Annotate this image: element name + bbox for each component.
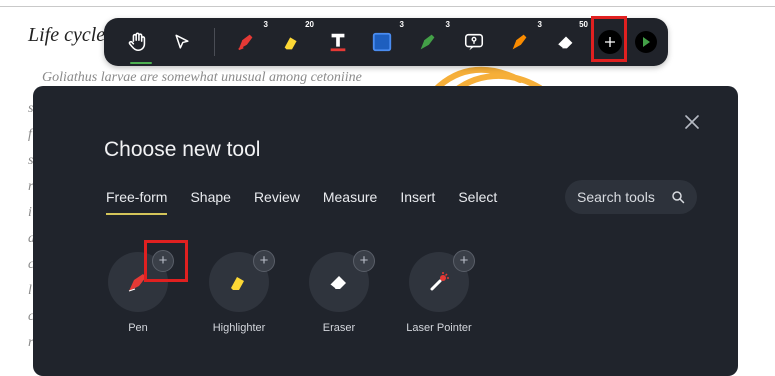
- yellow-highlighter-icon: [284, 37, 297, 50]
- comment-icon: [464, 33, 484, 51]
- hand-icon: [128, 32, 146, 52]
- annotation-toolbar: 3 20 3 3 3 50: [104, 18, 668, 66]
- yellow-highlighter-icon: [231, 277, 244, 290]
- tab-measure[interactable]: Measure: [323, 189, 377, 215]
- tab-review[interactable]: Review: [254, 189, 300, 215]
- eraser-icon: [329, 276, 346, 290]
- tab-shape[interactable]: Shape: [190, 189, 230, 215]
- text-tool-button[interactable]: [322, 26, 354, 58]
- laser-pointer-icon: [430, 272, 449, 291]
- eraser-icon: [557, 36, 573, 49]
- document-paragraph: Goliathus larvae are somewhat unusual am…: [42, 70, 362, 85]
- tab-insert[interactable]: Insert: [400, 189, 435, 215]
- hand-tool-button[interactable]: [122, 26, 154, 58]
- add-highlighter-button[interactable]: +: [253, 250, 275, 272]
- red-pen-button[interactable]: 3: [230, 20, 268, 58]
- select-tool-button[interactable]: [166, 26, 198, 58]
- green-pen-button[interactable]: 3: [412, 20, 450, 58]
- text-tool-icon: [330, 33, 346, 52]
- add-eraser-button[interactable]: +: [353, 250, 375, 272]
- close-icon[interactable]: [682, 112, 702, 132]
- tool-count: 3: [399, 20, 404, 29]
- tool-label: Laser Pointer: [406, 322, 472, 334]
- dialog-title: Choose new tool: [104, 138, 261, 161]
- blue-shape-button[interactable]: 3: [366, 20, 404, 58]
- tool-category-tabs: Free-form Shape Review Measure Insert Se…: [106, 189, 520, 215]
- eraser-button[interactable]: 50: [550, 20, 588, 58]
- tool-count: 20: [305, 20, 314, 29]
- tab-select[interactable]: Select: [458, 189, 497, 215]
- tab-free-form[interactable]: Free-form: [106, 189, 168, 215]
- add-laser-pointer-button[interactable]: +: [453, 250, 475, 272]
- green-pen-icon: [420, 34, 435, 50]
- yellow-highlighter-button[interactable]: 20: [276, 20, 314, 58]
- document-rule: [0, 6, 775, 7]
- orange-pen-icon: [512, 34, 527, 50]
- tool-count: 3: [263, 20, 268, 29]
- blue-shape-icon: [372, 32, 392, 52]
- tool-count: 3: [537, 20, 542, 29]
- add-pen-highlight: [144, 240, 188, 282]
- pointer-icon: [175, 34, 189, 49]
- comment-button[interactable]: [458, 26, 490, 58]
- green-arrow-icon: [635, 31, 657, 53]
- search-icon: [672, 191, 685, 204]
- document-title: Life cycle: [28, 24, 106, 46]
- tool-count: 3: [445, 20, 450, 29]
- add-tool-highlight: [591, 16, 627, 62]
- search-tools-input[interactable]: Search tools: [565, 180, 697, 214]
- toolbar-divider: [214, 28, 215, 56]
- active-tool-indicator: [130, 62, 152, 64]
- choose-tool-dialog: Choose new tool Free-form Shape Review M…: [33, 86, 738, 376]
- green-arrow-button[interactable]: [630, 26, 662, 58]
- orange-pen-button[interactable]: 3: [504, 20, 542, 58]
- search-placeholder: Search tools: [577, 189, 655, 205]
- red-pen-icon: [238, 34, 253, 51]
- tool-count: 50: [579, 20, 588, 29]
